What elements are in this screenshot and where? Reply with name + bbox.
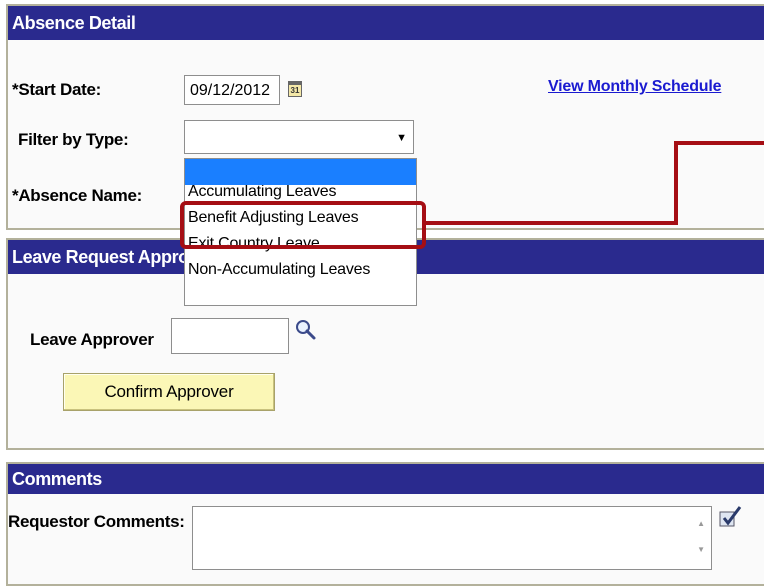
filter-by-type-select[interactable]: ▼ [184,120,414,154]
absence-detail-header: Absence Detail [8,6,764,40]
leave-approver-label: Leave Approver [30,330,154,349]
highlight-box [180,201,426,249]
view-monthly-schedule-link[interactable]: View Monthly Schedule [548,78,722,96]
absence-name-label: *Absence Name: [12,186,142,205]
requestor-comments-textarea[interactable]: ▲ ▼ [192,506,712,570]
lookup-magnifier-icon[interactable] [294,318,318,342]
callout-line-vertical [674,141,678,225]
filter-by-type-label: Filter by Type: [18,130,129,149]
scroll-down-icon[interactable]: ▼ [697,545,705,554]
dropdown-arrow-icon[interactable]: ▼ [396,132,407,144]
start-date-label: *Start Date: [12,80,101,99]
comments-header: Comments [8,464,764,494]
start-date-field[interactable]: 09/12/2012 [184,75,280,105]
calendar-icon[interactable]: 31 [288,81,302,97]
callout-line-top [674,141,764,145]
scroll-up-icon[interactable]: ▲ [697,519,705,528]
dropdown-option-non-accumulating[interactable]: Non-Accumulating Leaves [185,257,416,283]
callout-line-horizontal [426,221,678,225]
requestor-comments-label: Requestor Comments: [8,512,185,531]
leave-approver-input[interactable] [171,318,289,354]
dropdown-option-accumulating-text: Accumulating Leaves [188,185,337,200]
confirm-approver-button[interactable]: Confirm Approver [63,373,275,411]
dropdown-option-blank[interactable] [185,159,416,185]
spell-check-icon[interactable] [718,504,742,528]
